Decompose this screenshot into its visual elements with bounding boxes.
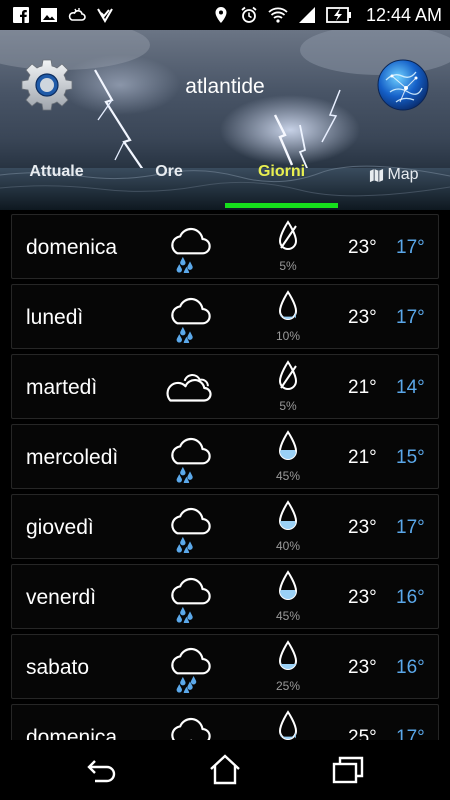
signal-icon <box>298 7 315 23</box>
day-row[interactable]: mercoledì 45% 21° 15° <box>11 424 439 489</box>
header: atlantide Attuale Ore Giorni Map <box>0 30 450 210</box>
day-name: domenica <box>26 726 118 740</box>
tab-giorni[interactable]: Giorni <box>225 160 338 190</box>
rain-probability: 45% <box>275 609 301 623</box>
recents-icon <box>333 756 364 784</box>
min-temperature: 17° <box>396 517 425 538</box>
day-row[interactable]: martedì 5% 21° 14° <box>11 354 439 419</box>
status-time: 12:44 AM <box>365 4 442 25</box>
drop-slashed-icon <box>278 220 298 250</box>
day-name: venerdì <box>26 586 97 609</box>
min-temperature: 17° <box>396 307 425 328</box>
day-row[interactable]: domenica 5% 23° 17° <box>11 214 439 279</box>
home-icon <box>210 754 240 785</box>
drop-slashed-icon <box>278 360 298 390</box>
tab-bar: Attuale Ore Giorni Map <box>0 160 450 210</box>
recents-button[interactable] <box>328 750 368 790</box>
home-button[interactable] <box>205 750 245 790</box>
heavy-rain-cloud-icon <box>171 647 211 693</box>
day-row[interactable]: sabato 25% 23° 16° <box>11 634 439 699</box>
drop-icon <box>278 430 298 460</box>
facebook-icon <box>13 7 29 23</box>
max-temperature: 23° <box>348 237 377 258</box>
rain-probability: 45% <box>275 469 301 483</box>
max-temperature: 25° <box>348 727 377 740</box>
day-name: martedì <box>26 376 98 399</box>
min-temperature: 17° <box>396 237 425 258</box>
drop-icon <box>278 500 298 530</box>
min-temperature: 17° <box>396 727 425 740</box>
drop-icon <box>278 710 298 740</box>
globe-icon[interactable] <box>376 58 430 112</box>
location-icon <box>215 7 227 23</box>
drop-icon <box>278 570 298 600</box>
rain-probability: 5% <box>279 259 297 273</box>
rain-cloud-icon <box>171 577 211 623</box>
day-row[interactable]: giovedì 40% 23° 17° <box>11 494 439 559</box>
cloudy-icon <box>166 374 212 402</box>
min-temperature: 14° <box>396 377 425 398</box>
day-row[interactable]: domenica 25° 17° <box>11 704 439 740</box>
rain-cloud-icon <box>171 437 211 483</box>
day-name: lunedì <box>26 306 84 329</box>
storm-cloud-icon <box>171 717 211 740</box>
tab-indicator <box>225 203 338 208</box>
map-icon <box>370 168 384 182</box>
max-temperature: 23° <box>348 657 377 678</box>
day-name: sabato <box>26 656 90 679</box>
min-temperature: 16° <box>396 587 425 608</box>
max-temperature: 23° <box>348 517 377 538</box>
drop-icon <box>278 640 298 670</box>
back-icon <box>86 760 115 783</box>
tab-attuale[interactable]: Attuale <box>0 160 113 190</box>
max-temperature: 21° <box>348 377 377 398</box>
alarm-icon <box>241 6 257 23</box>
rain-probability: 40% <box>275 539 301 553</box>
battery-charging-icon <box>326 7 351 23</box>
max-temperature: 21° <box>348 447 377 468</box>
navigation-bar <box>0 740 450 800</box>
rain-probability: 5% <box>279 399 297 413</box>
rain-cloud-icon <box>171 507 211 553</box>
rain-cloud-icon <box>171 297 211 343</box>
day-name: giovedì <box>26 516 94 539</box>
min-temperature: 15° <box>396 447 425 468</box>
image-icon <box>41 8 57 22</box>
max-temperature: 23° <box>348 587 377 608</box>
rain-probability: 25% <box>275 679 301 693</box>
max-temperature: 23° <box>348 307 377 328</box>
day-name: mercoledì <box>26 446 119 469</box>
day-name: domenica <box>26 236 118 259</box>
drop-icon <box>278 290 298 320</box>
rain-cloud-icon <box>171 227 211 273</box>
tab-ore[interactable]: Ore <box>113 160 225 190</box>
min-temperature: 16° <box>396 657 425 678</box>
wifi-icon <box>268 7 288 23</box>
day-row[interactable]: lunedì 10% 23° 17° <box>11 284 439 349</box>
day-row[interactable]: venerdì 45% 23° 16° <box>11 564 439 629</box>
status-bar: 12:44 AM <box>0 0 450 30</box>
daily-forecast-list[interactable]: domenica 5% 23° 17° lunedì 10% 23° 17° martedì 5%… <box>0 210 450 740</box>
tab-map[interactable]: Map <box>338 160 450 190</box>
back-button[interactable] <box>82 750 122 790</box>
check-icon <box>97 8 113 23</box>
cloud-icon <box>68 8 86 21</box>
rain-probability: 10% <box>275 329 301 343</box>
